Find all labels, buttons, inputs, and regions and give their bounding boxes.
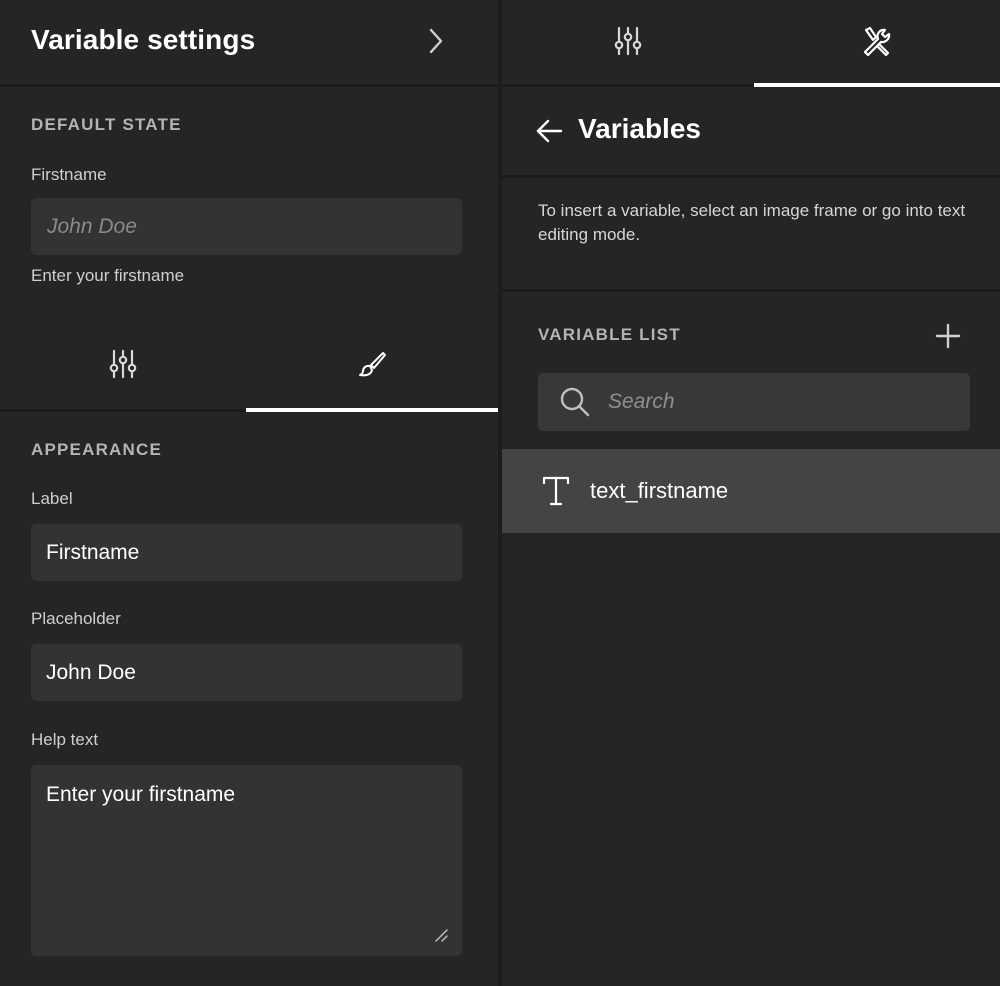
- default-state-heading: DEFAULT STATE: [31, 115, 182, 134]
- variable-list-item[interactable]: text_firstname: [502, 449, 1000, 533]
- page-title: Variables: [578, 113, 701, 144]
- divider: [0, 84, 498, 87]
- search-icon: [560, 387, 590, 417]
- label-input-value: Firstname: [46, 540, 140, 564]
- search-box: [538, 373, 970, 431]
- sliders-icon: [614, 26, 642, 56]
- info-text: To insert a variable, select an image fr…: [538, 201, 966, 244]
- resize-handle-icon[interactable]: [434, 928, 448, 942]
- preview-label: Firstname: [31, 165, 107, 184]
- tab-appearance[interactable]: [246, 323, 498, 405]
- add-variable-button[interactable]: [932, 320, 964, 352]
- divider: [502, 289, 1000, 292]
- variable-settings-panel: Variable settings DEFAULT STATE Firstnam…: [0, 0, 498, 986]
- appearance-heading: APPEARANCE: [31, 440, 163, 459]
- variable-name: text_firstname: [590, 478, 729, 503]
- help-text-field-label: Help text: [31, 730, 99, 749]
- preview-help-text: Enter your firstname: [31, 266, 185, 285]
- active-tab-indicator: [246, 408, 498, 412]
- placeholder-input-value: John Doe: [46, 660, 136, 684]
- variable-list-heading: VARIABLE LIST: [538, 325, 681, 344]
- label-field-label: Label: [31, 489, 73, 508]
- tab-properties[interactable]: [0, 323, 246, 405]
- variables-panel: Variables To insert a variable, select a…: [502, 0, 1000, 986]
- placeholder-input[interactable]: John Doe: [31, 644, 462, 701]
- active-tab-indicator: [754, 83, 1000, 87]
- arrow-left-icon: [536, 119, 563, 143]
- tab-tools[interactable]: [754, 0, 1000, 82]
- sliders-icon: [109, 349, 137, 379]
- placeholder-field-label: Placeholder: [31, 609, 121, 628]
- plus-icon: [935, 323, 961, 349]
- paintbrush-icon: [359, 352, 386, 377]
- divider: [502, 175, 1000, 178]
- collapse-panel-button[interactable]: [420, 24, 452, 58]
- tools-icon: [863, 26, 891, 57]
- label-input[interactable]: Firstname: [31, 524, 462, 581]
- search-input[interactable]: [608, 390, 948, 414]
- chevron-right-icon: [429, 28, 443, 54]
- panel-title: Variable settings: [31, 24, 256, 55]
- text-type-icon: [542, 476, 570, 506]
- preview-input[interactable]: John Doe: [31, 198, 462, 255]
- back-button[interactable]: [534, 116, 564, 146]
- preview-placeholder: John Doe: [47, 214, 137, 238]
- help-text-textarea[interactable]: Enter your firstname: [31, 765, 462, 956]
- tab-properties-right[interactable]: [502, 0, 754, 82]
- help-text-value: Enter your firstname: [46, 783, 236, 806]
